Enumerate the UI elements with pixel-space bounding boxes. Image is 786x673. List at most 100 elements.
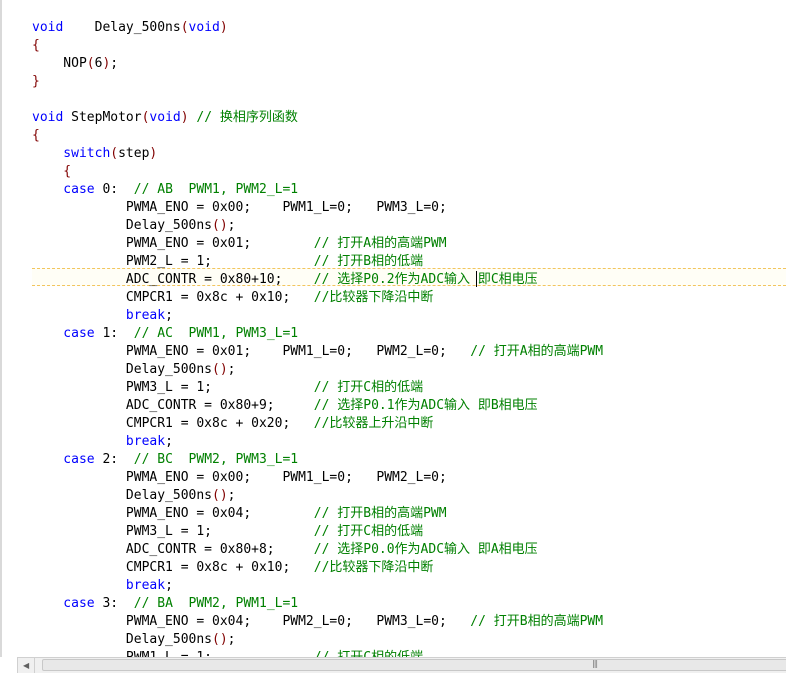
code-token: StepMotor: [63, 110, 142, 125]
code-token: break: [32, 308, 166, 323]
code-line[interactable]: case 3: // BA PWM2, PWM1_L=1: [32, 595, 298, 613]
code-token: PWMA_ENO = 0x04; PWM2_L=0; PWM3_L=0;: [32, 614, 471, 629]
code-line[interactable]: Delay_500ns();: [32, 487, 236, 505]
code-token: {: [32, 38, 40, 53]
code-token: 0:: [94, 182, 134, 197]
horizontal-scrollbar[interactable]: ◀ |||: [18, 657, 786, 673]
code-line[interactable]: break;: [32, 577, 173, 595]
code-token: void: [32, 110, 64, 125]
code-token: Delay_500ns: [32, 632, 213, 647]
code-line[interactable]: PWMA_ENO = 0x01; PWM1_L=0; PWM2_L=0; // …: [32, 343, 603, 361]
code-line[interactable]: Delay_500ns();: [32, 217, 236, 235]
code-token: PWM3_L = 1;: [32, 380, 314, 395]
code-token: break: [32, 434, 166, 449]
code-token: ;: [227, 488, 236, 503]
code-editor[interactable]: void Delay_500ns(void){ NOP(6);} void Ste…: [0, 0, 786, 657]
code-line[interactable]: switch(step): [32, 145, 157, 163]
code-line[interactable]: PWM2_L = 1; // 打开B相的低端: [32, 253, 423, 271]
code-line[interactable]: break;: [32, 433, 173, 451]
code-token: ;: [227, 362, 236, 377]
code-line[interactable]: CMPCR1 = 0x8c + 0x10; //比较器下降沿中断: [32, 289, 434, 307]
code-token: (: [180, 20, 189, 35]
code-token: void: [149, 110, 181, 125]
code-line[interactable]: PWM3_L = 1; // 打开C相的低端: [32, 379, 423, 397]
code-token: PWMA_ENO = 0x01;: [32, 236, 314, 251]
code-line[interactable]: PWMA_ENO = 0x04; // 打开B相的高端PWM: [32, 505, 447, 523]
code-token: ADC_CONTR = 0x80+8;: [32, 542, 314, 557]
code-token: // 打开B相的高端PWM: [313, 506, 447, 521]
code-token: case: [32, 326, 95, 341]
code-token: // AB PWM1, PWM2_L=1: [133, 182, 299, 197]
code-token: // 选择P0.2作为ADC输入 即C相电压: [313, 272, 538, 287]
code-token: case: [32, 182, 95, 197]
code-token: Delay_500ns: [32, 362, 213, 377]
code-token: //比较器下降沿中断: [313, 560, 434, 575]
code-token: {: [32, 164, 72, 179]
code-line[interactable]: case 0: // AB PWM1, PWM2_L=1: [32, 181, 298, 199]
code-line[interactable]: PWM1_L = 1; // 打开C相的低端: [32, 649, 423, 657]
code-token: PWMA_ENO = 0x00; PWM1_L=0; PWM3_L=0;: [32, 200, 447, 215]
code-line[interactable]: ADC_CONTR = 0x80+9; // 选择P0.1作为ADC输入 即B相…: [32, 397, 538, 415]
code-line[interactable]: void StepMotor(void) // 换相序列函数: [32, 109, 298, 127]
code-token: {: [32, 128, 40, 143]
code-token: // 打开C相的低端: [314, 650, 423, 657]
code-token: ;: [165, 308, 173, 323]
code-token: // 打开B相的低端: [313, 254, 424, 269]
code-line[interactable]: case 2: // BC PWM2, PWM3_L=1: [32, 451, 298, 469]
scroll-left-button[interactable]: ◀: [18, 658, 35, 673]
code-token: // BC PWM2, PWM3_L=1: [133, 452, 299, 467]
code-token: (): [212, 632, 228, 647]
code-token: PWM3_L = 1;: [32, 524, 314, 539]
code-line[interactable]: {: [32, 163, 71, 181]
code-line[interactable]: PWMA_ENO = 0x01; // 打开A相的高端PWM: [32, 235, 447, 253]
code-line[interactable]: NOP(6);: [32, 55, 118, 73]
code-line[interactable]: }: [32, 73, 40, 91]
code-token: break: [32, 578, 166, 593]
code-line[interactable]: Delay_500ns();: [32, 361, 236, 379]
code-line[interactable]: PWMA_ENO = 0x00; PWM1_L=0; PWM3_L=0;: [32, 199, 447, 217]
code-token: ;: [227, 632, 236, 647]
code-token: CMPCR1 = 0x8c + 0x10;: [32, 560, 314, 575]
code-line[interactable]: void Delay_500ns(void): [32, 19, 228, 37]
code-token: ;: [165, 578, 173, 593]
code-line[interactable]: CMPCR1 = 0x8c + 0x10; //比较器下降沿中断: [32, 559, 434, 577]
code-token: ): [149, 146, 158, 161]
code-token: CMPCR1 = 0x8c + 0x10;: [32, 290, 314, 305]
scroll-grip-icon: |||: [592, 659, 598, 668]
code-token: ): [180, 110, 189, 125]
code-token: (): [212, 362, 228, 377]
code-token: PWMA_ENO = 0x04;: [32, 506, 314, 521]
code-token: (: [86, 56, 95, 71]
code-token: // 选择P0.0作为ADC输入 即A相电压: [313, 542, 538, 557]
code-token: void: [188, 20, 220, 35]
code-line[interactable]: PWM3_L = 1; // 打开C相的低端: [32, 523, 423, 541]
code-line[interactable]: Delay_500ns();: [32, 631, 236, 649]
code-token: // 选择P0.1作为ADC输入 即B相电压: [313, 398, 538, 413]
code-token: ;: [165, 434, 173, 449]
code-token: NOP: [32, 56, 87, 71]
code-line[interactable]: PWMA_ENO = 0x00; PWM1_L=0; PWM2_L=0;: [32, 469, 447, 487]
code-token: Delay_500ns: [63, 20, 181, 35]
code-token: Delay_500ns: [32, 488, 213, 503]
code-line[interactable]: ADC_CONTR = 0x80+10; // 选择P0.2作为ADC输入 即C…: [32, 271, 538, 289]
code-line[interactable]: CMPCR1 = 0x8c + 0x20; //比较器上升沿中断: [32, 415, 434, 433]
code-token: switch: [32, 146, 111, 161]
code-token: (: [110, 146, 119, 161]
code-line[interactable]: {: [32, 127, 40, 145]
code-line[interactable]: {: [32, 37, 40, 55]
code-line[interactable]: ADC_CONTR = 0x80+8; // 选择P0.0作为ADC输入 即A相…: [32, 541, 538, 559]
code-token: // 打开A相的高端PWM: [470, 344, 604, 359]
code-token: 1:: [94, 326, 134, 341]
code-token: (): [212, 488, 228, 503]
code-line[interactable]: break;: [32, 307, 173, 325]
code-line[interactable]: PWMA_ENO = 0x04; PWM2_L=0; PWM3_L=0; // …: [32, 613, 603, 631]
code-token: ADC_CONTR = 0x80+9;: [32, 398, 314, 413]
editor-left-border: [0, 0, 2, 657]
code-token: }: [32, 74, 40, 89]
code-line[interactable]: case 1: // AC PWM1, PWM3_L=1: [32, 325, 298, 343]
code-token: PWMA_ENO = 0x01; PWM1_L=0; PWM2_L=0;: [32, 344, 471, 359]
scroll-thumb[interactable]: [42, 659, 786, 671]
code-token: Delay_500ns: [32, 218, 213, 233]
code-token: // 打开C相的低端: [313, 380, 424, 395]
text-cursor: [476, 271, 477, 287]
